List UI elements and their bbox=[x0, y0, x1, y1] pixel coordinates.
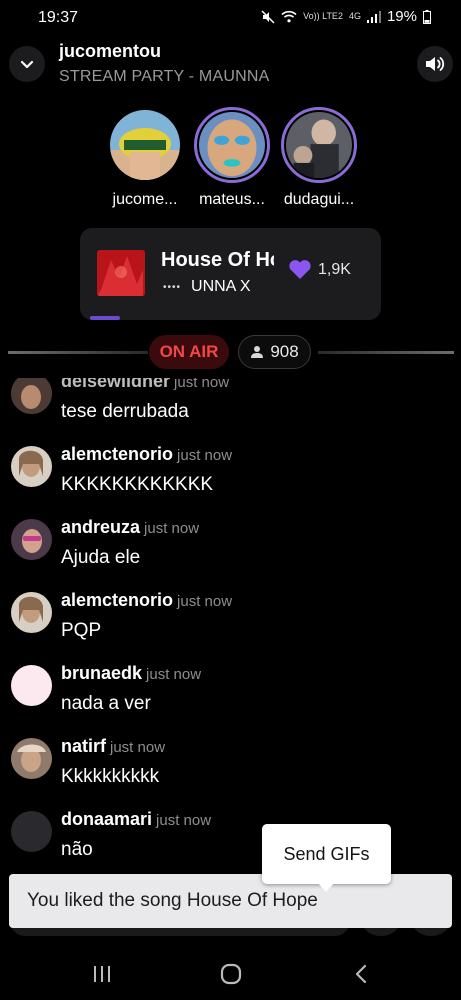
like-button[interactable]: 1,9K bbox=[288, 259, 351, 280]
chat-text: PQP bbox=[61, 620, 102, 641]
heart-icon bbox=[289, 260, 311, 279]
chat-text: Kkkkkkkkkk bbox=[61, 766, 160, 787]
chat-text: Ajuda ele bbox=[61, 547, 141, 568]
participant-3[interactable]: dudagui... bbox=[274, 107, 364, 209]
room-host-name[interactable]: jucomentou bbox=[59, 41, 161, 62]
chat-timestamp: just now bbox=[156, 812, 212, 829]
chat-username-text[interactable]: deisewildner bbox=[61, 378, 170, 391]
room-subtitle: STREAM PARTY - MAUNNA bbox=[59, 68, 270, 85]
nav-back-button[interactable] bbox=[341, 959, 381, 989]
song-title: House Of Hope bbox=[161, 249, 274, 271]
avatar[interactable] bbox=[11, 665, 52, 706]
person-icon bbox=[251, 346, 264, 358]
collapse-button[interactable] bbox=[9, 46, 45, 82]
chat-message: brunaedk just now nada a ver bbox=[0, 659, 461, 732]
artist-row: •••• UNNA X bbox=[163, 278, 251, 296]
status-time: 19:37 bbox=[38, 9, 79, 26]
avatar[interactable] bbox=[11, 378, 52, 414]
signal-icon bbox=[366, 10, 381, 23]
nav-recents-button[interactable] bbox=[82, 959, 122, 989]
chat-username[interactable]: donaamari just now bbox=[61, 809, 211, 830]
divider-right bbox=[318, 351, 454, 354]
participant-2[interactable]: mateus... bbox=[187, 107, 277, 209]
equalizer-icon: •••• bbox=[163, 281, 182, 293]
chat-username[interactable]: alemctenorio just now bbox=[61, 444, 232, 465]
wifi-icon bbox=[281, 10, 297, 23]
avatar[interactable] bbox=[11, 519, 52, 560]
participant-avatar-ring-active bbox=[281, 107, 357, 183]
participant-name: jucome... bbox=[112, 191, 178, 208]
chat-timestamp: just now bbox=[144, 520, 200, 537]
avatar[interactable] bbox=[11, 446, 52, 487]
divider-left bbox=[8, 351, 148, 354]
chat-username[interactable]: deisewildner just now bbox=[61, 378, 229, 392]
chat-timestamp: just now bbox=[146, 666, 202, 683]
chat-username[interactable]: brunaedk just now bbox=[61, 663, 201, 684]
chat-timestamp: just now bbox=[110, 739, 166, 756]
volume-button[interactable] bbox=[417, 46, 453, 82]
status-bar: 19:37 Vo)) LTE2 4G 19% bbox=[0, 0, 461, 34]
now-playing-card[interactable]: House Of Hope •••• UNNA X 1,9K bbox=[80, 228, 381, 320]
avatar[interactable] bbox=[11, 811, 52, 852]
recents-icon bbox=[94, 966, 110, 982]
participant-avatar-ring bbox=[107, 107, 183, 183]
on-air-badge: ON AIR bbox=[149, 335, 229, 369]
network-label: Vo)) LTE2 bbox=[303, 11, 343, 21]
send-gifs-tooltip: Send GIFs bbox=[262, 824, 391, 884]
mute-icon bbox=[261, 9, 275, 24]
participants-row: jucome... mateus... dudagui... bbox=[100, 107, 364, 217]
status-indicators: Vo)) LTE2 4G 19% bbox=[261, 8, 431, 25]
avatar bbox=[110, 110, 180, 180]
song-progress-bar bbox=[90, 316, 120, 320]
avatar bbox=[199, 112, 265, 178]
chat-message: alemctenorio just now PQP bbox=[0, 586, 461, 659]
avatar[interactable] bbox=[11, 592, 52, 633]
viewer-count: 908 bbox=[270, 342, 299, 361]
chat-timestamp: just now bbox=[174, 378, 230, 391]
chat-text: tese derrubada bbox=[61, 401, 189, 422]
chat-text: não bbox=[61, 839, 93, 860]
chat-message: andreuza just now Ajuda ele bbox=[0, 513, 461, 586]
home-icon bbox=[220, 963, 242, 985]
viewer-count-badge[interactable]: 908 bbox=[238, 335, 311, 369]
chat-timestamp: just now bbox=[177, 593, 233, 610]
chat-username-text[interactable]: andreuza bbox=[61, 517, 140, 537]
participant-1[interactable]: jucome... bbox=[100, 107, 190, 209]
tooltip-arrow bbox=[317, 882, 335, 892]
system-nav-bar bbox=[0, 945, 461, 1000]
song-artist[interactable]: UNNA X bbox=[191, 278, 251, 296]
battery-percent: 19% bbox=[386, 8, 417, 25]
avatar bbox=[286, 112, 352, 178]
album-art bbox=[97, 250, 145, 296]
network-type: 4G bbox=[348, 11, 361, 21]
chat-timestamp: just now bbox=[177, 447, 233, 464]
chat-username[interactable]: alemctenorio just now bbox=[61, 590, 232, 611]
chat-list[interactable]: deisewildner just now tese derrubada alem… bbox=[0, 378, 461, 878]
chat-username-text[interactable]: natirf bbox=[61, 736, 106, 756]
chat-text: KKKKKKKKKKKK bbox=[61, 474, 214, 495]
chat-username[interactable]: natirf just now bbox=[61, 736, 165, 757]
chat-username-text[interactable]: brunaedk bbox=[61, 663, 142, 683]
back-icon bbox=[355, 964, 367, 984]
chat-message: deisewildner just now tese derrubada bbox=[0, 378, 461, 440]
battery-icon bbox=[423, 9, 431, 24]
participant-name: mateus... bbox=[199, 191, 265, 208]
chat-text: nada a ver bbox=[61, 693, 151, 714]
avatar[interactable] bbox=[11, 738, 52, 779]
chat-message: alemctenorio just now KKKKKKKKKKKK bbox=[0, 440, 461, 513]
chat-message: donaamari just now não bbox=[0, 805, 461, 878]
chat-username-text[interactable]: alemctenorio bbox=[61, 444, 173, 464]
chat-username[interactable]: andreuza just now bbox=[61, 517, 199, 538]
participant-name: dudagui... bbox=[283, 191, 355, 208]
like-count: 1,9K bbox=[318, 260, 351, 278]
chevron-down-icon bbox=[20, 60, 34, 68]
speaker-icon bbox=[426, 57, 445, 71]
nav-home-button[interactable] bbox=[211, 959, 251, 989]
chat-username-text[interactable]: alemctenorio bbox=[61, 590, 173, 610]
chat-username-text[interactable]: donaamari bbox=[61, 809, 152, 829]
participant-avatar-ring-active bbox=[194, 107, 270, 183]
chat-message: natirf just now Kkkkkkkkkk bbox=[0, 732, 461, 805]
